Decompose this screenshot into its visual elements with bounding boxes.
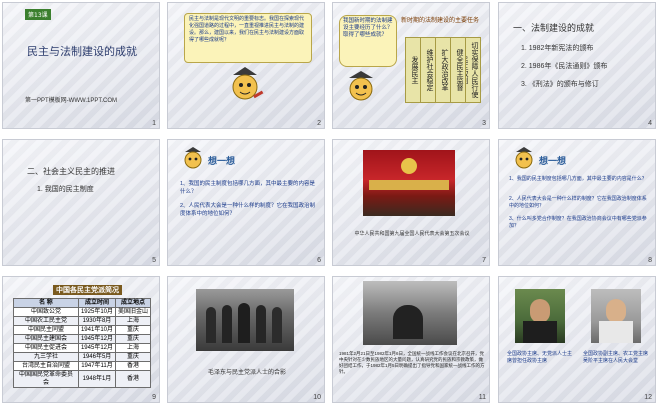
table-row: 九三学社 1946年5月 重庆	[13, 352, 152, 362]
question-text: 1、我国的民主制度包括哪几方面，其中最主要的内容是什么？	[180, 181, 316, 195]
task-scroll-4: 维护社会稳定	[420, 37, 436, 103]
slide-thumbnail-10[interactable]: 毛泽东与民主党派人士的合影 10	[167, 276, 325, 403]
table-title: 中国各民主党派简况	[53, 285, 122, 295]
slide-number: 3	[482, 120, 486, 127]
intro-text: 民主与法制是现代文明的重要标志。我国在探索现代化强国道路的过程中，一直重视推进民…	[189, 16, 305, 43]
question-bubble: 我国新时期的法制建设主要经历了什么？取得了哪些成就？	[339, 15, 397, 67]
list-item: 2. 1986年《民法通则》颁布	[521, 63, 608, 70]
slide-thumbnail-11[interactable]: 1981年2月21日至1982年1月6日，全国统一战线工作会议在北京召开，党中央…	[332, 276, 490, 403]
slide-number: 12	[644, 394, 652, 401]
slide-number: 10	[313, 394, 321, 401]
column-header: 成立地点	[114, 298, 152, 308]
task-header: 新时期的法制建设的主要任务	[401, 18, 480, 24]
question-text: 2、人民代表大会是一种什么样的制度？它在我国政治制度体系中的地位如何？	[180, 203, 316, 217]
portrait-photo-2	[591, 289, 641, 343]
task-scroll-1: 切实保障人民行使民主权利	[461, 37, 481, 103]
slide-thumbnail-4[interactable]: 一、法制建设的成就 1. 1982年新宪法的颁布 2. 1986年《民法通则》颁…	[498, 2, 656, 129]
portrait-caption: 全国政协副主席、农工党主席吴阶平主席在人民大会堂	[583, 351, 649, 364]
slide-number: 6	[317, 257, 321, 264]
slide-number: 7	[482, 257, 486, 264]
question-text: 我国新时期的法制建设主要经历了什么？取得了哪些成就？	[343, 18, 393, 38]
table-row: 中国农工民主党 1930年8月 上海	[13, 316, 152, 326]
task-scroll-5: 发展民主	[405, 37, 421, 103]
slide-thumbnail-1[interactable]: 第13课 民主与法制建设的成就 第一PPT模板网-WWW.1PPT.COM 1	[2, 2, 160, 129]
list-item: 3. 《刑法》的颁布与修订	[521, 81, 599, 88]
question-text: 1、我国的民主制度包括哪几方面，其中最主要的内容是什么？	[509, 176, 647, 182]
slide-thumbnail-6[interactable]: 想一想 1、我国的民主制度包括哪几方面，其中最主要的内容是什么？ 2、人民代表大…	[167, 139, 325, 266]
portrait-photo-1	[515, 289, 565, 343]
section-heading: 一、法制建设的成就	[513, 23, 595, 33]
question-text: 3、什么叫多党合作制度？在我国政治协商会议中有哪些党派参加？	[509, 216, 647, 229]
slide-number: 2	[317, 120, 321, 127]
slide-thumbnail-3[interactable]: 我国新时期的法制建设主要经历了什么？取得了哪些成就？ 新时期的法制建设的主要任务…	[332, 2, 490, 129]
slide-number: 9	[152, 394, 156, 401]
section-heading: 二、社会主义民主的推进	[27, 167, 115, 176]
mascot-icon	[180, 146, 206, 176]
table-row: 中国民主建国会 1945年12月 重庆	[13, 334, 152, 344]
photo-caption: 中华人民共和国第九届全国人民代表大会第五次会议	[354, 231, 470, 237]
table-row: 中国民主促进会 1945年12月 上海	[13, 343, 152, 353]
slide-thumbnail-2[interactable]: 民主与法制是现代文明的重要标志。我国在探索现代化强国道路的过程中，一直重视推进民…	[167, 2, 325, 129]
slide-number: 8	[648, 257, 652, 264]
text-box: 民主与法制是现代文明的重要标志。我国在探索现代化强国道路的过程中，一直重视推进民…	[184, 13, 312, 63]
table-row: 中国民主同盟 1941年10月 重庆	[13, 325, 152, 335]
mascot-icon	[341, 69, 381, 113]
task-scroll-2: 健全民主监督	[450, 37, 466, 103]
mascot-icon	[223, 65, 267, 113]
slide-sorter-grid: 第13课 民主与法制建设的成就 第一PPT模板网-WWW.1PPT.COM 1 …	[0, 0, 660, 407]
table-row: 中国国民党革命委员会 1948年1月 香港	[13, 370, 152, 388]
slide-number: 11	[478, 394, 486, 401]
slide-thumbnail-9[interactable]: 中国各民主党派简况 名 称 成立时间 成立地点 中国致公党 1925年10月 美国旧…	[2, 276, 160, 403]
slide-thumbnail-12[interactable]: 全国政协主席、无党派人士主席曾担任政协主席 全国政协副主席、农工党主席吴阶平主席…	[498, 276, 656, 403]
slide-thumbnail-5[interactable]: 二、社会主义民主的推进 1. 我国的民主制度 5	[2, 139, 160, 266]
slide-thumbnail-8[interactable]: 想一想 1、我国的民主制度包括哪几方面，其中最主要的内容是什么？ 2、人民代表大…	[498, 139, 656, 266]
table-row: 台湾民主自治同盟 1947年11月 香港	[13, 361, 152, 371]
task-scroll-3: 扩大政治改革	[435, 37, 451, 103]
slide-number: 1	[152, 120, 156, 127]
list-item: 1. 1982年新宪法的颁布	[521, 45, 594, 52]
slide-title: 民主与法制建设的成就	[27, 46, 137, 58]
portrait-caption: 全国政协主席、无党派人士主席曾担任政协主席	[507, 351, 573, 364]
photo-caption: 毛泽东与民主党派人士的合影	[207, 370, 286, 376]
think-title: 想一想	[208, 156, 236, 166]
think-title: 想一想	[539, 156, 567, 166]
column-header: 名 称	[13, 298, 79, 308]
lesson-badge: 第13课	[25, 9, 51, 20]
event-text: 1981年2月21日至1982年1月6日，全国统一战线工作会议在北京召开，党中央…	[339, 351, 485, 374]
column-header: 成立时间	[77, 298, 116, 308]
table-row: 中国致公党 1925年10月 美国旧金山	[13, 307, 152, 317]
group-photo	[196, 289, 294, 351]
list-item: 1. 我国的民主制度	[37, 186, 94, 193]
meeting-photo	[363, 281, 457, 345]
slide-thumbnail-7[interactable]: 中华人民共和国第九届全国人民代表大会第五次会议 7	[332, 139, 490, 266]
congress-photo	[363, 150, 455, 216]
parties-table: 名 称 成立时间 成立地点 中国致公党 1925年10月 美国旧金山 中国农工民主党…	[13, 298, 152, 388]
slide-number: 4	[648, 120, 652, 127]
mascot-icon	[511, 146, 537, 176]
slide-footer: 第一PPT模板网-WWW.1PPT.COM	[25, 98, 117, 104]
slide-number: 5	[152, 257, 156, 264]
question-text: 2、人民代表大会是一种什么样的制度？它在我国政治制度体系中的地位如何？	[509, 196, 647, 209]
